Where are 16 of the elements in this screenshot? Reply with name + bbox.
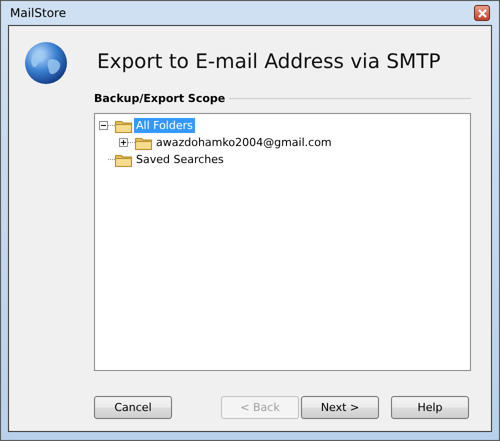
folder-icon xyxy=(115,118,132,132)
tree-item[interactable]: awazdohamko2004@gmail.com xyxy=(154,135,334,150)
globe-icon xyxy=(23,40,69,86)
dialog-button[interactable]: Help xyxy=(391,396,469,419)
dialog-button[interactable]: Next > xyxy=(301,396,379,419)
folder-icon xyxy=(115,152,132,166)
tree-item[interactable]: Saved Searches xyxy=(134,152,226,167)
close-button[interactable] xyxy=(474,5,490,21)
dialog-button[interactable]: Cancel xyxy=(94,396,172,419)
close-icon xyxy=(478,8,486,18)
window-title: MailStore xyxy=(9,6,66,20)
collapse-icon[interactable] xyxy=(99,121,108,130)
section-title: Backup/Export Scope xyxy=(94,92,226,105)
expand-icon[interactable] xyxy=(119,138,128,147)
dialog-heading: Export to E-mail Address via SMTP xyxy=(97,49,441,73)
folder-icon xyxy=(135,136,152,150)
